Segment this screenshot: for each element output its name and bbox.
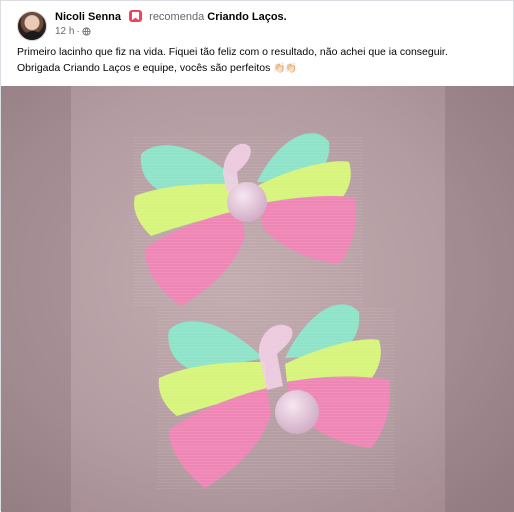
author-avatar[interactable] <box>17 11 47 41</box>
bows-photo <box>1 86 514 512</box>
time-separator: · <box>76 26 80 37</box>
recommendation-verb: recomenda <box>149 11 205 23</box>
post-timestamp-row: 12 h · <box>55 26 91 37</box>
globe-icon <box>82 27 91 36</box>
post-card: Nicoli Senna recomenda Criando Laços. 12… <box>0 0 514 512</box>
post-time[interactable]: 12 h <box>55 26 74 37</box>
clapping-hands-emoji: 👏🏻👏🏻 <box>273 63 297 74</box>
bow-bottom <box>157 304 395 490</box>
post-photo[interactable] <box>1 86 514 512</box>
author-name[interactable]: Nicoli Senna <box>55 11 121 23</box>
post-body-line-1: Primeiro lacinho que fiz na vida. Fiquei… <box>17 46 448 58</box>
post-body-line-2: Obrigada Criando Laços e equipe, vocês s… <box>17 60 507 77</box>
post-header: Nicoli Senna recomenda Criando Laços. 12… <box>17 9 503 43</box>
post-body: Primeiro lacinho que fiz na vida. Fiquei… <box>17 44 507 77</box>
recommended-page-link[interactable]: Criando Laços. <box>207 11 286 23</box>
bow-top <box>133 133 363 308</box>
post-meta-line: Nicoli Senna recomenda Criando Laços. <box>55 10 287 24</box>
post-body-line-2-text: Obrigada Criando Laços e equipe, vocês s… <box>17 62 271 74</box>
recommend-badge-icon <box>129 10 143 22</box>
